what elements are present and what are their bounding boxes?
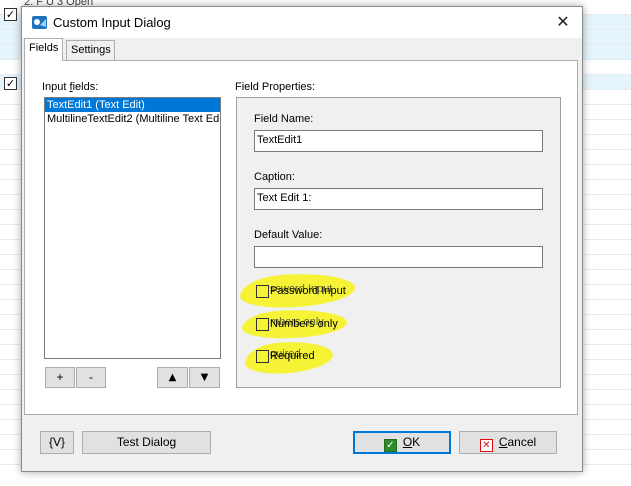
tab-fields[interactable]: Fields: [24, 38, 63, 61]
field-properties-group: Field Name: TextEdit1 Caption: Text Edit…: [236, 97, 561, 388]
tab-settings[interactable]: Settings: [66, 40, 115, 61]
field-properties-title: Field Properties:: [235, 81, 316, 93]
fields-tab-panel: Input fields: TextEdit1 (Text Edit) Mult…: [24, 60, 578, 415]
password-input-label: Password Input: [270, 285, 346, 297]
move-up-button[interactable]: ▲: [157, 367, 188, 388]
default-value-label: Default Value:: [254, 229, 323, 241]
input-fields-list[interactable]: TextEdit1 (Text Edit) MultilineTextEdit2…: [44, 97, 221, 359]
add-field-button[interactable]: +: [45, 367, 75, 388]
required-label: Required: [270, 350, 315, 362]
variables-button[interactable]: {V}: [40, 431, 74, 454]
caption-label: Caption:: [254, 171, 295, 183]
dialog-app-icon: [31, 14, 48, 31]
numbers-only-label: Numbers only: [270, 318, 338, 330]
bg-checkbox[interactable]: ✓: [4, 77, 17, 90]
move-down-button[interactable]: ▼: [189, 367, 220, 388]
default-value-input[interactable]: [254, 246, 543, 268]
dialog-title: Custom Input Dialog: [53, 15, 171, 30]
required-checkbox[interactable]: [256, 350, 269, 363]
caption-input[interactable]: Text Edit 1:: [254, 188, 543, 210]
custom-input-dialog: Custom Input Dialog ✕ Fields Settings In…: [21, 6, 583, 472]
ok-button[interactable]: ✓ OK: [353, 431, 451, 454]
field-name-input[interactable]: TextEdit1: [254, 130, 543, 152]
list-item[interactable]: MultilineTextEdit2 (Multiline Text Edit): [45, 112, 220, 126]
input-fields-label: Input fields:: [42, 81, 99, 93]
checkmark-icon: ✓: [383, 439, 397, 452]
cancel-x-icon: ✕: [479, 439, 493, 452]
test-dialog-button[interactable]: Test Dialog: [82, 431, 211, 454]
numbers-only-checkbox[interactable]: [256, 318, 269, 331]
list-item[interactable]: TextEdit1 (Text Edit): [45, 98, 220, 112]
close-icon[interactable]: ✕: [550, 11, 576, 33]
cancel-button[interactable]: ✕ Cancel: [459, 431, 557, 454]
password-input-checkbox[interactable]: [256, 285, 269, 298]
remove-field-button[interactable]: -: [76, 367, 106, 388]
field-name-label: Field Name:: [254, 113, 314, 125]
title-bar[interactable]: Custom Input Dialog ✕: [22, 7, 582, 38]
bg-checkbox[interactable]: ✓: [4, 8, 17, 21]
